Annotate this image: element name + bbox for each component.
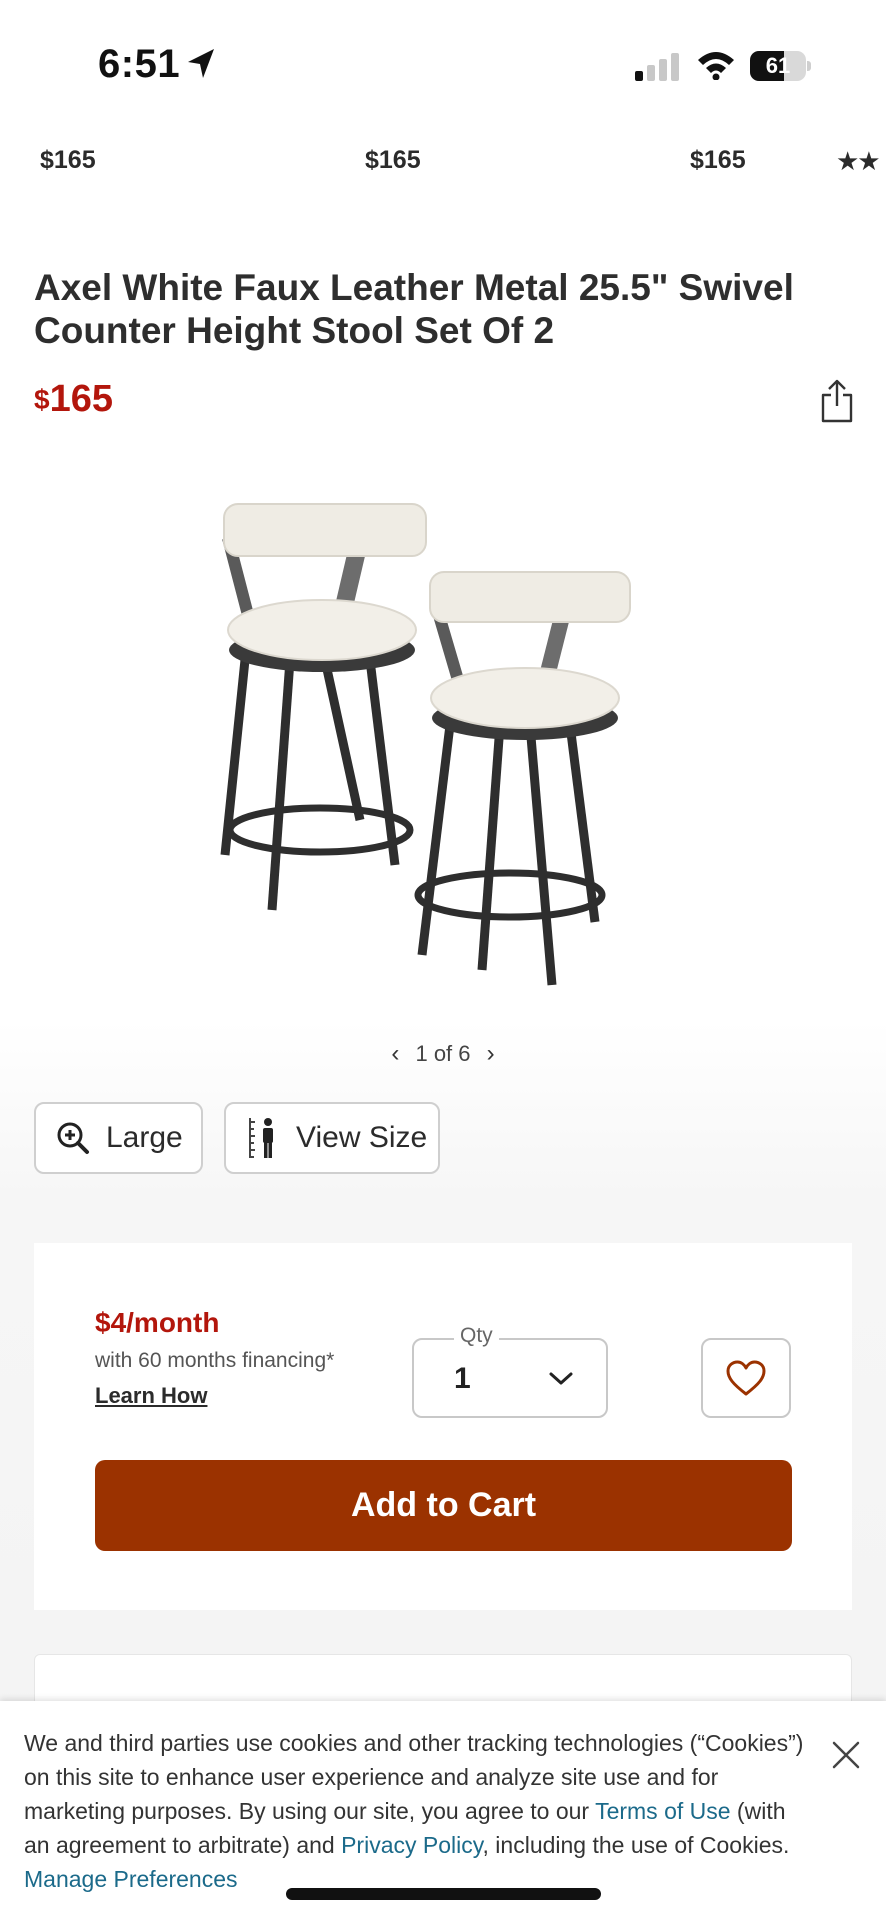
cell-signal-icon xyxy=(635,53,679,81)
image-pager: ‹ 1 of 6 › xyxy=(0,1040,886,1068)
heart-icon xyxy=(726,1360,766,1396)
privacy-policy-link[interactable]: Privacy Policy xyxy=(341,1832,482,1858)
status-bar: 6:51 61 xyxy=(0,0,886,130)
product-title: Axel White Faux Leather Metal 25.5" Swiv… xyxy=(34,267,794,351)
rating-stars: ★★ xyxy=(836,146,881,176)
status-time: 6:51 xyxy=(98,42,181,86)
large-view-label: Large xyxy=(106,1121,183,1154)
related-product-price[interactable]: $165 xyxy=(690,146,746,175)
battery-icon: 61 xyxy=(750,51,812,81)
learn-how-link[interactable]: Learn How xyxy=(95,1383,207,1409)
view-size-label: View Size xyxy=(296,1121,428,1154)
large-view-button[interactable]: Large xyxy=(34,1102,203,1174)
wifi-icon xyxy=(698,52,734,80)
home-indicator xyxy=(286,1888,601,1900)
close-icon[interactable] xyxy=(828,1737,864,1773)
related-products-strip[interactable]: $165 $165 $165 ★★ xyxy=(0,130,886,200)
wishlist-button[interactable] xyxy=(701,1338,791,1418)
purchase-card: $4/month with 60 months financing* Learn… xyxy=(34,1243,852,1610)
zoom-in-icon xyxy=(57,1122,89,1154)
manage-preferences-link[interactable]: Manage Preferences xyxy=(24,1866,238,1892)
related-product-price[interactable]: $165 xyxy=(365,146,421,175)
chevron-left-icon[interactable]: ‹ xyxy=(381,1040,409,1068)
battery-percentage: 61 xyxy=(765,53,791,78)
related-product-price[interactable]: $165 xyxy=(40,146,96,175)
quantity-label: Qty xyxy=(454,1324,499,1348)
price-currency: $ xyxy=(34,384,50,415)
cookie-text-part: , including the use of Cookies. xyxy=(482,1832,790,1858)
cookie-text: We and third parties use cookies and oth… xyxy=(24,1726,814,1896)
quantity-value: 1 xyxy=(454,1362,471,1395)
chevron-down-icon xyxy=(549,1372,573,1385)
product-price: $165 xyxy=(34,378,113,421)
product-image[interactable] xyxy=(210,490,680,1010)
share-icon[interactable] xyxy=(818,378,856,424)
image-pager-count: 1 of 6 xyxy=(415,1041,471,1067)
add-to-cart-button[interactable]: Add to Cart xyxy=(95,1460,792,1551)
price-amount: 165 xyxy=(49,378,113,420)
terms-of-use-link[interactable]: Terms of Use xyxy=(595,1798,730,1824)
quantity-select[interactable]: Qty 1 xyxy=(412,1324,608,1418)
financing-price: $4/month xyxy=(95,1307,220,1338)
financing-note: with 60 months financing* xyxy=(95,1349,335,1372)
location-arrow-icon xyxy=(188,49,214,78)
chevron-right-icon[interactable]: › xyxy=(477,1040,505,1068)
ruler-person-icon xyxy=(249,1118,273,1158)
view-size-button[interactable]: View Size xyxy=(224,1102,440,1174)
